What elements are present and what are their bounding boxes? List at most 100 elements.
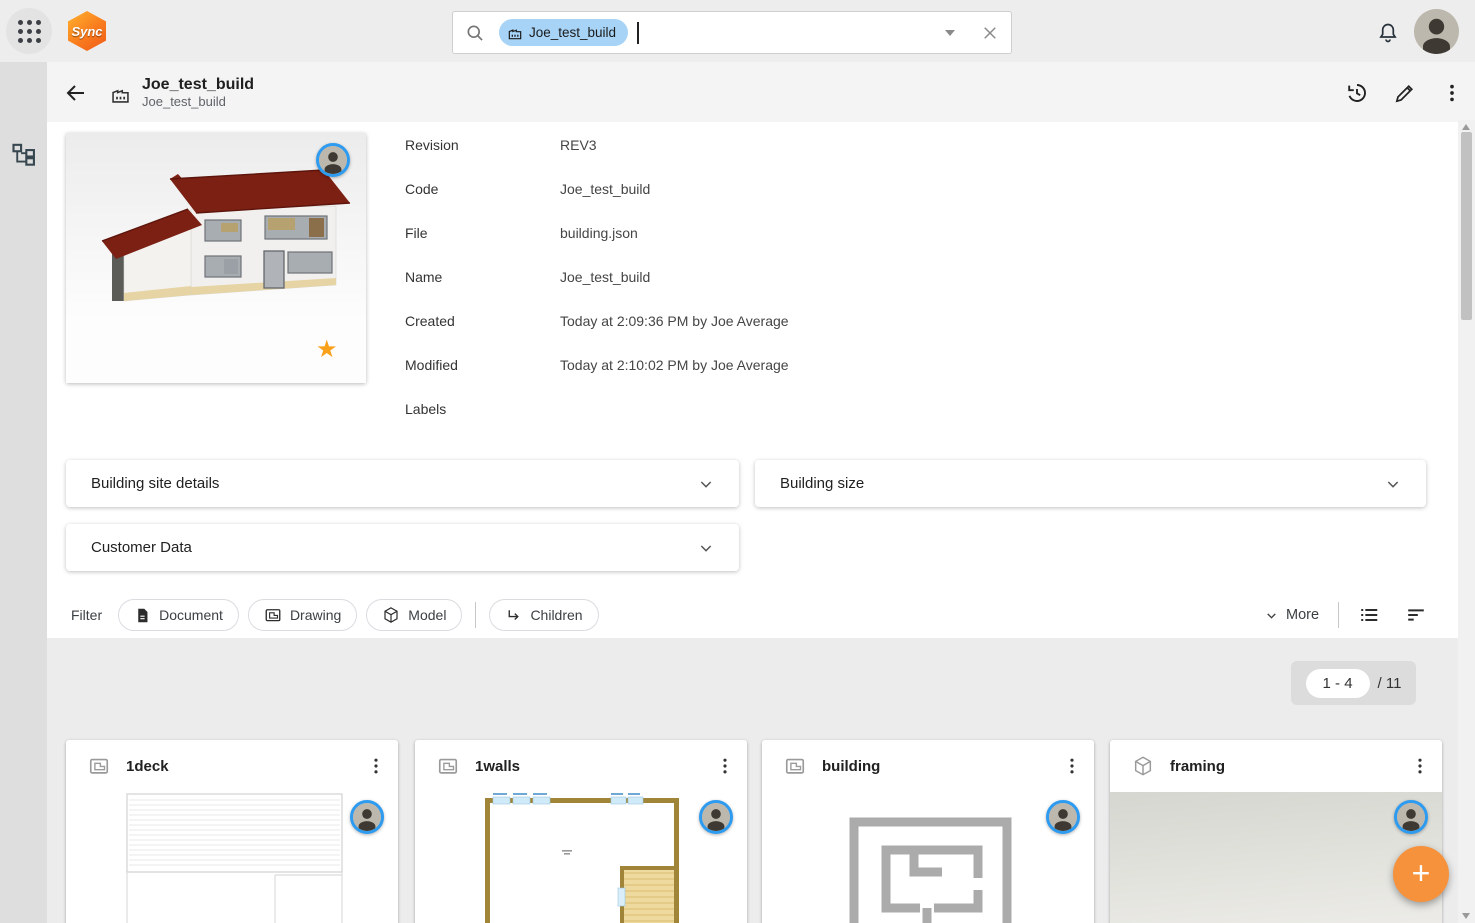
favorite-star-icon[interactable]: ★ — [316, 338, 338, 362]
filter-label: Filter — [71, 607, 102, 623]
owner-avatar-badge — [1394, 800, 1428, 834]
filter-chip-document[interactable]: Document — [118, 599, 239, 631]
header-menu-button[interactable] — [1439, 80, 1465, 106]
kebab-menu-icon — [366, 756, 386, 776]
card-title: building — [822, 758, 1046, 775]
apps-grid-button[interactable] — [6, 8, 52, 54]
detail-label: Name — [405, 269, 560, 289]
bell-icon — [1376, 21, 1400, 45]
card-menu-button[interactable] — [715, 756, 735, 776]
drawing-icon — [264, 606, 282, 624]
owner-avatar-badge — [316, 143, 350, 177]
building-plan-image — [762, 792, 1094, 923]
section-customer-data[interactable]: Customer Data — [66, 524, 739, 571]
card-preview — [762, 792, 1094, 923]
result-card-1deck[interactable]: 1deck — [66, 740, 398, 923]
detail-value: REV3 — [560, 137, 597, 157]
result-card-building[interactable]: building — [762, 740, 1094, 923]
detail-label: Revision — [405, 137, 560, 157]
detail-row: Revision REV3 — [405, 137, 1165, 157]
chip-label: Children — [530, 607, 582, 623]
caret-down-icon[interactable] — [945, 30, 955, 36]
scroll-up-arrow-icon[interactable] — [1462, 124, 1470, 130]
chip-label: Model — [408, 607, 446, 623]
owner-avatar-badge — [350, 800, 384, 834]
separator — [475, 602, 476, 628]
search-chip[interactable]: Joe_test_build — [499, 19, 628, 46]
kebab-menu-icon — [715, 756, 735, 776]
history-button[interactable] — [1343, 80, 1369, 106]
owner-avatar-badge — [699, 800, 733, 834]
card-title: 1deck — [126, 758, 350, 775]
detail-label: Modified — [405, 357, 560, 377]
filter-chip-model[interactable]: Model — [366, 599, 462, 631]
detail-value: Joe_test_build — [560, 269, 650, 289]
top-bar: Sync Joe_test_build — [0, 0, 1475, 62]
detail-label: File — [405, 225, 560, 245]
card-header: framing — [1110, 740, 1442, 792]
back-arrow-icon — [64, 81, 88, 105]
text-cursor — [637, 22, 639, 44]
card-title: framing — [1170, 758, 1394, 775]
sort-button[interactable] — [1405, 604, 1427, 626]
page-header: Joe_test_build Joe_test_build — [47, 62, 1475, 122]
result-card-framing[interactable]: framing — [1110, 740, 1442, 923]
filter-chip-drawing[interactable]: Drawing — [248, 599, 357, 631]
drawing-icon — [784, 755, 806, 777]
chip-label: Drawing — [290, 607, 341, 623]
tree-view-button[interactable] — [9, 138, 39, 168]
detail-label: Labels — [405, 401, 560, 421]
filter-chip-children[interactable]: Children — [489, 599, 598, 631]
more-button[interactable]: More — [1265, 607, 1319, 623]
edit-button[interactable] — [1391, 80, 1417, 106]
chip-label: Document — [159, 607, 223, 623]
card-preview — [415, 792, 747, 923]
detail-row: Modified Today at 2:10:02 PM by Joe Aver… — [405, 357, 1165, 377]
page-title: Joe_test_build — [142, 75, 254, 94]
card-menu-button[interactable] — [1062, 756, 1082, 776]
list-view-button[interactable] — [1358, 604, 1380, 626]
result-card-1walls[interactable]: 1walls — [415, 740, 747, 923]
section-title: Building size — [780, 475, 1385, 492]
back-button[interactable] — [63, 80, 89, 106]
scrollbar-thumb[interactable] — [1461, 132, 1472, 320]
card-menu-button[interactable] — [1410, 756, 1430, 776]
scroll-down-arrow-icon[interactable] — [1462, 913, 1470, 919]
model-cube-icon — [1132, 755, 1154, 777]
detail-value: Today at 2:09:36 PM by Joe Average — [560, 313, 789, 333]
add-button[interactable]: + — [1393, 846, 1449, 902]
detail-row: Labels — [405, 401, 1165, 421]
card-menu-button[interactable] — [366, 756, 386, 776]
history-icon — [1344, 81, 1368, 105]
detail-row: File building.json — [405, 225, 1165, 245]
detail-row: Name Joe_test_build — [405, 269, 1165, 289]
section-title: Customer Data — [91, 539, 698, 556]
walls-plan-image — [415, 792, 747, 923]
filter-bar: Filter Document Drawing Model — [71, 598, 599, 632]
card-header: 1deck — [66, 740, 398, 792]
tree-view-icon — [10, 139, 38, 167]
kebab-menu-icon — [1062, 756, 1082, 776]
list-view-icon — [1358, 604, 1380, 626]
model-cube-icon — [382, 606, 400, 624]
detail-row: Code Joe_test_build — [405, 181, 1165, 201]
notifications-button[interactable] — [1374, 19, 1402, 47]
separator — [1338, 602, 1339, 628]
search-bar[interactable]: Joe_test_build — [452, 11, 1012, 54]
pagination-control[interactable]: 1 - 4 / 11 — [1291, 661, 1416, 705]
sort-icon — [1405, 604, 1427, 626]
scrollbar[interactable] — [1458, 120, 1475, 923]
sync-logo[interactable]: Sync — [68, 11, 106, 51]
revision-thumbnail[interactable]: ★ — [66, 133, 366, 383]
user-avatar[interactable] — [1414, 9, 1459, 54]
detail-value: Today at 2:10:02 PM by Joe Average — [560, 357, 789, 377]
pagination-range: 1 - 4 — [1306, 669, 1370, 698]
section-building-site-details[interactable]: Building site details — [66, 460, 739, 507]
clear-search-icon[interactable] — [981, 24, 999, 42]
section-building-size[interactable]: Building size — [755, 460, 1426, 507]
edit-pencil-icon — [1393, 82, 1416, 105]
view-controls: More — [1265, 598, 1427, 632]
detail-label: Created — [405, 313, 560, 333]
kebab-menu-icon — [1441, 82, 1463, 104]
search-icon — [465, 23, 485, 43]
